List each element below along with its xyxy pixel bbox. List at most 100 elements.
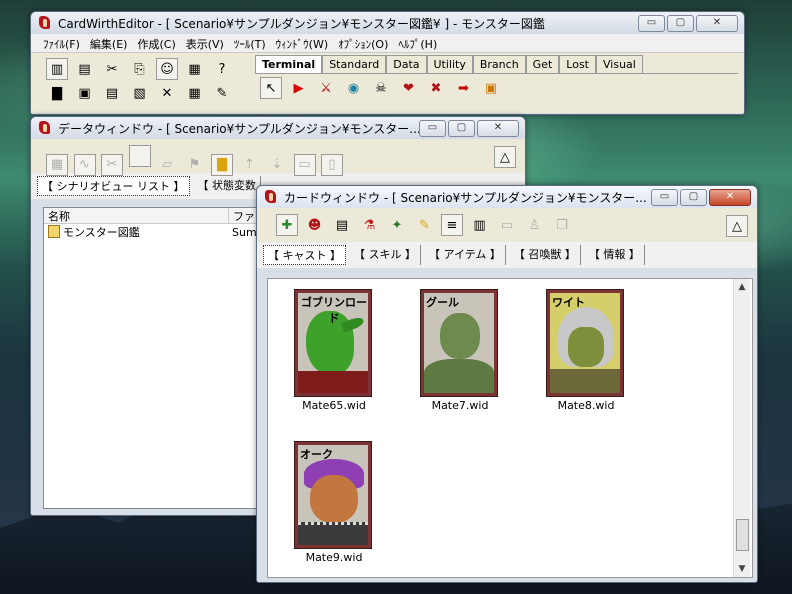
move-down-icon[interactable]: ⇣ [266,154,288,176]
palette-tab-utility[interactable]: Utility [426,55,473,73]
menu-tool[interactable]: ﾂｰﾙ(T) [230,34,272,52]
broken-icon[interactable]: ✖ [425,77,447,99]
card-minimize-button[interactable]: ▭ [651,188,678,206]
data-close-button[interactable]: ✕ [477,119,519,137]
tab-item[interactable]: 【 アイテム 】 [425,245,506,265]
card-orc[interactable]: オーク Mate9.wid [294,441,374,564]
menu-view[interactable]: 表示(V) [182,34,230,52]
calendar-icon[interactable]: ▦ [184,58,206,80]
calc-icon[interactable]: ▦ [46,153,68,176]
open-icon[interactable]: ▥ [46,58,68,80]
eraser-icon[interactable]: ▱ [156,154,178,176]
pointer-icon[interactable]: ↖ [260,77,282,99]
person-icon[interactable]: ♙ [524,214,546,236]
sword-icon[interactable]: ⚔ [315,77,337,99]
tab-cast[interactable]: 【 キャスト 】 [263,245,346,265]
heart-icon[interactable]: ❤ [398,77,420,99]
menu-help[interactable]: ﾍﾙﾌﾟ(H) [394,34,443,52]
delete-icon[interactable]: ✕ [156,82,178,104]
palette-tab-standard[interactable]: Standard [322,55,387,73]
card-ghoul[interactable]: グール Mate7.wid [420,289,500,412]
arrow-jump-icon[interactable]: ➡ [453,77,475,99]
blank-icon[interactable] [128,145,151,167]
tab-skill[interactable]: 【 スキル 】 [350,245,421,265]
scroll-icon[interactable]: ▤ [331,214,353,236]
tab-info[interactable]: 【 情報 】 [585,245,645,265]
help-icon[interactable]: ? [211,58,233,80]
list-view-icon[interactable]: ≡ [441,214,463,236]
palette-tab-data[interactable]: Data [386,55,427,73]
paste-copy-icon[interactable]: ▧ [129,82,151,104]
menu-create[interactable]: 作成(C) [133,34,181,52]
copy-icon[interactable]: ⎘ [129,58,151,80]
card-titlebar[interactable]: カードウィンドウ - [ Scenario¥サンプルダンジョン¥モンスター...… [257,186,757,208]
cut-icon[interactable]: ✂ [101,58,123,80]
start-icon[interactable]: ▶ [288,77,310,99]
book-icon[interactable]: ▇ [46,82,68,104]
paste-icon[interactable]: ▤ [101,82,123,104]
save-icon[interactable]: ▣ [74,82,96,104]
card-goblin-lord[interactable]: ゴブリンロード Mate65.wid [294,289,374,412]
tab-scenario-view[interactable]: 【 シナリオビュー リスト 】 [37,176,190,196]
detail-view-icon[interactable]: ▥ [469,214,491,236]
column-name[interactable]: 名称 [44,208,229,223]
card-maximize-button[interactable]: ▢ [680,188,707,206]
wight-body [550,369,620,393]
cut-icon[interactable]: ✂ [101,153,123,176]
stack-icon[interactable]: ❐ [551,214,573,236]
potion-icon[interactable]: ⚗ [359,214,381,236]
card-file: Mate9.wid [305,551,363,564]
data-titlebar[interactable]: データウィンドウ - [ Scenario¥サンプルダンジョン¥モンスター...… [31,117,525,139]
info-icon[interactable]: ✎ [414,214,436,236]
chart-icon[interactable]: ∿ [73,153,96,176]
collapse-toggle-icon[interactable]: △ [726,215,748,237]
skull-icon[interactable]: ☠ [370,77,392,99]
maximize-button[interactable]: ▢ [667,14,694,32]
card-window: カードウィンドウ - [ Scenario¥サンプルダンジョン¥モンスター...… [256,185,758,583]
palette-tabs: Terminal Standard Data Utility Branch Ge… [255,55,738,74]
menu-window[interactable]: ｳｨﾝﾄﾞｳ(W) [272,34,334,52]
palette-tab-get[interactable]: Get [525,55,560,73]
palette-tab-branch[interactable]: Branch [472,55,526,73]
card-close-button[interactable]: ✕ [709,188,751,206]
scenario-icon[interactable]: ▤ [74,58,96,80]
palette-tab-visual[interactable]: Visual [596,55,643,73]
main-titlebar[interactable]: CardWirthEditor - [ Scenario¥サンプルダンジョン¥モ… [31,12,744,34]
window-icon[interactable]: ▭ [496,214,518,236]
menu-edit[interactable]: 編集(E) [86,34,134,52]
card-scrollbar[interactable]: ▲ ▼ [733,279,750,577]
call-icon[interactable]: ▣ [480,77,502,99]
scroll-down-icon[interactable]: ▼ [734,561,750,577]
minimize-button[interactable]: ▭ [638,14,665,32]
portrait-icon[interactable]: ☺ [156,58,178,80]
link-icon[interactable]: ◉ [343,77,365,99]
card-title: ゴブリンロード [301,296,367,325]
card-portrait: オーク [298,445,368,545]
close-button[interactable]: ✕ [696,14,738,32]
cast-icon[interactable]: ☻ [304,214,326,236]
move-up-icon[interactable]: ⇡ [239,154,261,176]
collapse-toggle-icon[interactable]: △ [494,146,516,168]
window-icon[interactable]: ▭ [293,153,316,176]
scroll-thumb[interactable] [736,519,749,551]
palette-tools: ↖ ▶ ⚔ ◉ ☠ ❤ ✖ ➡ ▣ [255,74,738,102]
card-wight[interactable]: ワイト Mate8.wid [546,289,626,412]
pencil-icon[interactable]: ✎ [211,82,233,104]
card-file: Mate8.wid [557,399,615,412]
new-card-icon[interactable]: ✚ [276,214,298,236]
menu-option[interactable]: ｵﾌﾟｼｮﾝ(O) [334,34,394,52]
tab-state-vars[interactable]: 【 状態変数 [194,176,261,196]
data-minimize-button[interactable]: ▭ [419,119,446,137]
palette-tab-terminal[interactable]: Terminal [255,55,323,73]
panel-icon[interactable]: ▯ [321,153,343,176]
folder-icon[interactable]: ▇ [211,153,233,176]
flag-icon[interactable]: ⚑ [184,154,206,176]
menu-file[interactable]: ﾌｧｲﾙ(F) [39,34,86,52]
grid-icon[interactable]: ▦ [184,82,206,104]
dragon-icon[interactable]: ✦ [386,214,408,236]
main-window-title: CardWirthEditor - [ Scenario¥サンプルダンジョン¥モ… [58,16,545,31]
palette-tab-lost[interactable]: Lost [559,55,596,73]
scroll-up-icon[interactable]: ▲ [734,279,750,295]
tab-summon[interactable]: 【 召喚獣 】 [510,245,581,265]
data-maximize-button[interactable]: ▢ [448,119,475,137]
